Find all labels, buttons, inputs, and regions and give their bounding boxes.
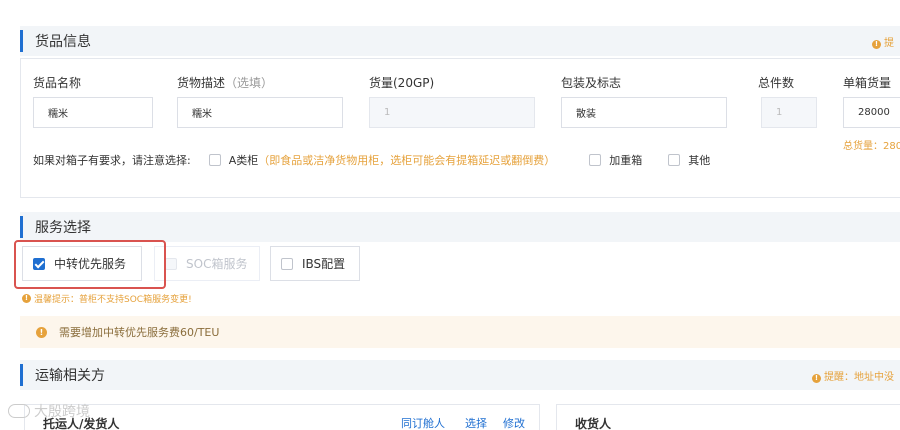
- field-label-goods-name: 货品名称: [33, 76, 82, 90]
- other-checkbox[interactable]: [668, 154, 681, 166]
- container-requirement-row: 如果对箱子有要求，请注意选择: A类柜 （即食品或洁净货物用柜，选柜可能会有提箱…: [33, 152, 710, 168]
- ibs-config-checkbox[interactable]: [281, 257, 293, 270]
- watermark-logo-icon: [8, 404, 30, 418]
- service-fee-notice: ! 需要增加中转优先服务费60/TEU: [20, 316, 900, 348]
- option-heavy-container[interactable]: 加重箱: [589, 152, 642, 168]
- warning-icon: !: [22, 294, 31, 303]
- field-label-total-pieces: 总件数: [758, 76, 795, 90]
- goods-section-title: 货品信息: [35, 34, 91, 50]
- section-accent-bar: [20, 216, 23, 238]
- ibs-config-option[interactable]: IBS配置: [270, 246, 360, 281]
- transport-section-title: 运输相关方: [35, 368, 105, 384]
- section-accent-bar: [20, 30, 23, 52]
- consignee-card: 收货人: [556, 404, 900, 430]
- field-label-per-box-weight: 单箱货量: [843, 76, 892, 90]
- total-pieces-input: 1: [761, 97, 817, 128]
- goods-section-header: 货品信息 ! 提: [20, 26, 900, 56]
- goods-name-input[interactable]: 糯米: [33, 97, 153, 128]
- packaging-input[interactable]: 散装: [561, 97, 727, 128]
- edit-shipper-link[interactable]: 修改: [503, 415, 525, 430]
- shipper-card: 托运人/发货人 同订舱人 选择 修改: [24, 404, 540, 430]
- transport-section-hint: ! 提醒：地址中没: [812, 368, 900, 383]
- warning-icon: !: [36, 326, 47, 338]
- volume-input: 1: [369, 97, 535, 128]
- service-tip: ! 温馨提示：普柜不支持SOC箱服务变更!: [22, 292, 192, 305]
- total-weight-text: 总货量：280: [843, 141, 900, 152]
- warning-icon: !: [812, 374, 821, 383]
- service-section-header: 服务选择: [20, 212, 900, 242]
- goods-section-hint: ! 提: [872, 34, 900, 49]
- highlight-annotation-box: [14, 240, 166, 289]
- soc-service-option: SOC箱服务: [154, 246, 260, 281]
- heavy-container-checkbox[interactable]: [589, 154, 602, 166]
- goods-panel: 货品名称 货物描述（选填） 货量(20GP) 包装及标志 总件数 单箱货量 糯米…: [20, 58, 900, 198]
- container-requirement-prompt: 如果对箱子有要求，请注意选择:: [33, 154, 191, 167]
- a-class-note: （即食品或洁净货物用柜，选柜可能会有提箱延迟或翻倒费）: [258, 154, 556, 167]
- transport-section-header: 运输相关方 ! 提醒：地址中没: [20, 360, 900, 390]
- a-class-checkbox[interactable]: [208, 154, 221, 166]
- consignee-title: 收货人: [575, 417, 612, 430]
- goods-desc-input[interactable]: 糯米: [177, 97, 343, 128]
- watermark: 大殷跨境: [8, 401, 90, 421]
- soc-service-checkbox: [165, 257, 177, 270]
- section-accent-bar: [20, 364, 23, 386]
- option-a-class-container[interactable]: A类柜 （即食品或洁净货物用柜，选柜可能会有提箱延迟或翻倒费）: [208, 152, 556, 168]
- service-section-title: 服务选择: [35, 220, 91, 236]
- warning-icon: !: [872, 40, 881, 49]
- field-label-goods-desc: 货物描述（选填）: [177, 76, 274, 90]
- option-other[interactable]: 其他: [668, 152, 710, 168]
- per-box-weight-input[interactable]: 28000: [843, 97, 900, 128]
- field-label-volume: 货量(20GP): [369, 76, 435, 90]
- field-label-packaging: 包装及标志: [561, 76, 622, 90]
- same-as-booker-link[interactable]: 同订舱人: [401, 415, 445, 430]
- select-shipper-link[interactable]: 选择: [465, 415, 487, 430]
